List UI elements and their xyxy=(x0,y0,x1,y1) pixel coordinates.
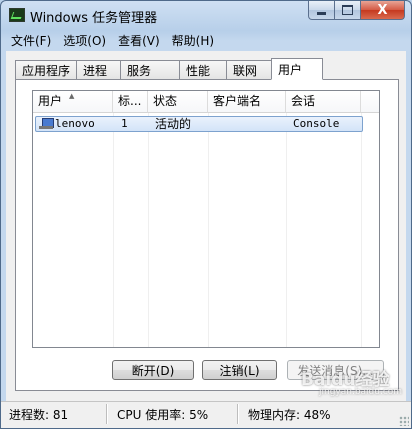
minimize-icon xyxy=(317,12,326,15)
status-cpu: CPU 使用率: 5% xyxy=(117,408,209,422)
status-bar: 进程数: 81 CPU 使用率: 5% 物理内存: 48% xyxy=(1,401,411,428)
column-divider xyxy=(286,113,287,347)
menu-bar: 文件(F) 选项(O) 查看(V) 帮助(H) xyxy=(6,30,406,51)
cell-user: lenovo xyxy=(55,117,95,130)
column-status[interactable]: 状态 xyxy=(148,91,208,113)
close-icon: X xyxy=(377,2,388,18)
close-button[interactable]: X xyxy=(361,1,405,20)
sort-ascending-icon: ▲ xyxy=(69,92,75,100)
status-processes: 进程数: 81 xyxy=(9,408,69,422)
column-id[interactable]: 标... xyxy=(113,91,148,113)
column-divider xyxy=(361,113,362,347)
status-divider xyxy=(237,404,239,424)
maximize-icon xyxy=(342,5,353,15)
column-session[interactable]: 会话 xyxy=(286,91,361,113)
column-filler xyxy=(361,91,379,113)
resize-grip-icon[interactable] xyxy=(399,416,409,426)
menu-options[interactable]: 选项(O) xyxy=(58,32,111,49)
task-manager-icon xyxy=(9,8,25,22)
table-row[interactable]: lenovo 1 活动的 Console xyxy=(35,116,363,132)
column-user[interactable]: 用户 ▲ xyxy=(33,91,113,113)
tab-performance[interactable]: 性能 xyxy=(179,60,227,79)
maximize-button[interactable] xyxy=(335,1,361,20)
cell-status: 活动的 xyxy=(155,117,192,131)
tab-strip: 应用程序 进程 服务 性能 联网 用户 xyxy=(15,57,323,80)
column-divider xyxy=(148,113,149,347)
tab-processes[interactable]: 进程 xyxy=(76,60,121,79)
logoff-button[interactable]: 注销(L) xyxy=(202,360,277,380)
tab-services[interactable]: 服务 xyxy=(120,60,180,79)
title-bar[interactable]: Windows 任务管理器 X xyxy=(1,1,411,29)
column-user-label: 用户 xyxy=(38,94,63,108)
minimize-button[interactable] xyxy=(308,1,335,20)
cell-session: Console xyxy=(293,117,340,130)
users-panel: 用户 ▲ 标... 状态 客户端名 会话 lenovo 1 活动的 Consol… xyxy=(15,79,399,391)
list-header: 用户 ▲ 标... 状态 客户端名 会话 xyxy=(33,91,379,113)
column-client-name[interactable]: 客户端名 xyxy=(208,91,286,113)
baidu-watermark-url: jingyan.baidu.com xyxy=(319,387,403,397)
disconnect-button[interactable]: 断开(D) xyxy=(112,360,194,380)
status-memory: 物理内存: 48% xyxy=(248,408,331,422)
menu-view[interactable]: 查看(V) xyxy=(113,32,165,49)
window-title: Windows 任务管理器 xyxy=(30,11,158,26)
menu-file[interactable]: 文件(F) xyxy=(6,32,56,49)
status-divider xyxy=(106,404,108,424)
client-area: 应用程序 进程 服务 性能 联网 用户 用户 ▲ 标... 状态 客户端名 会话 xyxy=(6,51,406,401)
user-computer-icon xyxy=(39,118,54,129)
users-list[interactable]: 用户 ▲ 标... 状态 客户端名 会话 lenovo 1 活动的 Consol… xyxy=(32,90,380,348)
caption-buttons: X xyxy=(308,1,405,21)
tab-networking[interactable]: 联网 xyxy=(226,60,272,79)
task-manager-window: Windows 任务管理器 X 文件(F) 选项(O) 查看(V) 帮助(H) … xyxy=(0,0,412,429)
menu-help[interactable]: 帮助(H) xyxy=(167,32,219,49)
tab-applications[interactable]: 应用程序 xyxy=(15,60,77,79)
column-divider xyxy=(208,113,209,347)
column-divider xyxy=(113,113,114,347)
cell-id: 1 xyxy=(121,117,128,130)
tab-users[interactable]: 用户 xyxy=(271,58,323,80)
